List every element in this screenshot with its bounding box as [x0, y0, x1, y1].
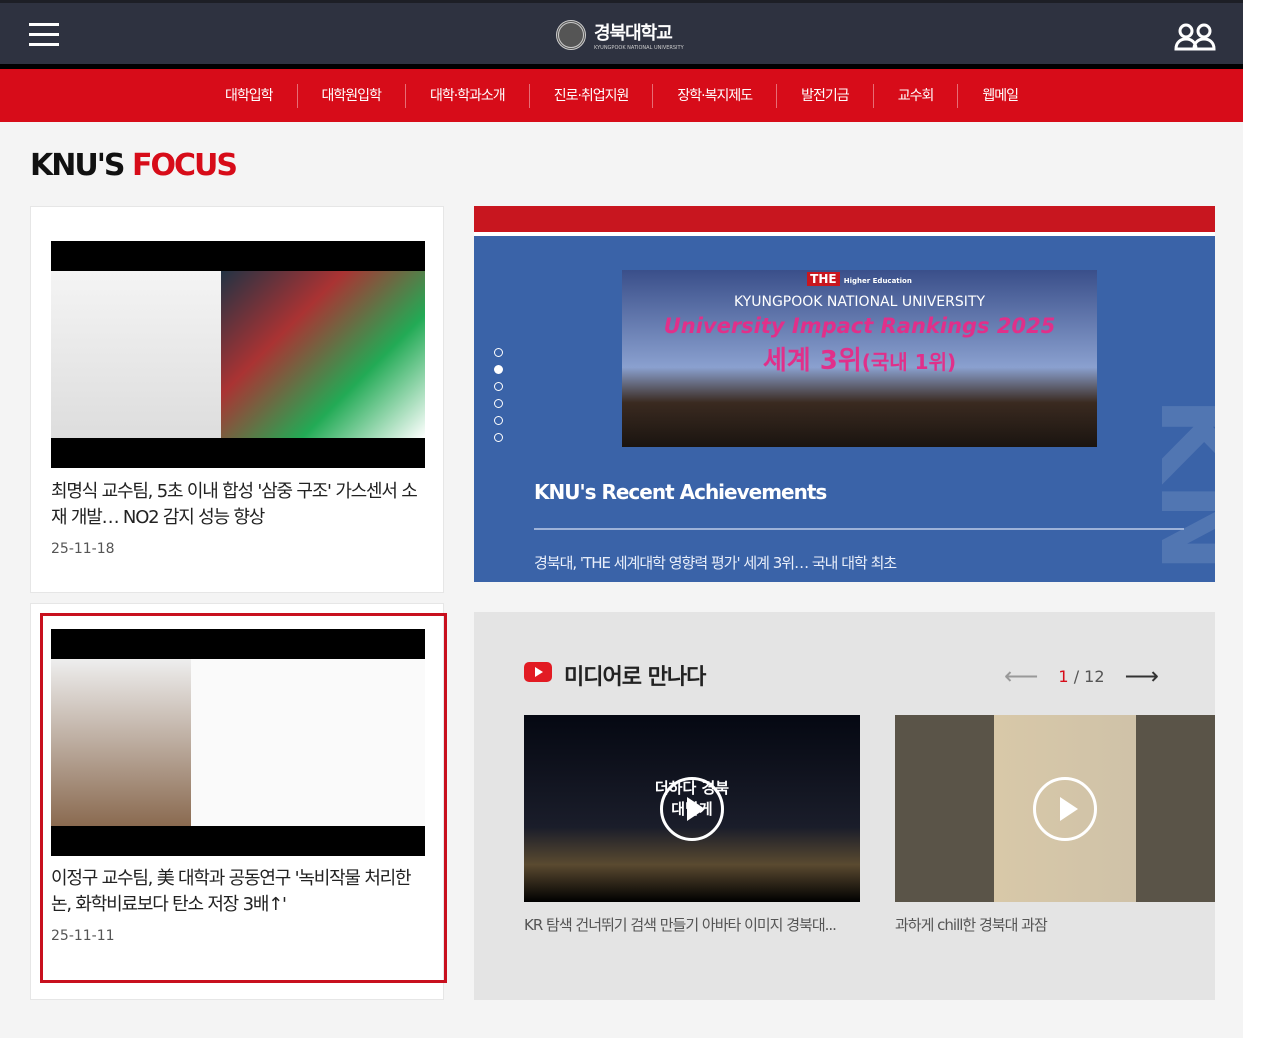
- section-title: KNU'S FOCUS: [30, 148, 238, 183]
- dot[interactable]: [494, 348, 503, 357]
- nav-item[interactable]: 장학·복지제도: [653, 83, 778, 108]
- banner-ranking: University Impact Rankings 2025: [663, 314, 1056, 338]
- banner-image: THE Higher Education KYUNGPOOK NATIONAL …: [622, 270, 1097, 447]
- hamburger-icon[interactable]: [29, 23, 59, 53]
- video-thumbnail[interactable]: [895, 715, 1215, 902]
- banner-summary[interactable]: 경북대, 'THE 세계대학 영향력 평가' 세계 3위… 국내 대학 최초: [534, 552, 897, 573]
- nav-item[interactable]: 진로·취업지원: [530, 83, 654, 108]
- youtube-icon: [524, 662, 552, 682]
- news-title[interactable]: 최명식 교수팀, 5초 이내 합성 '삼중 구조' 가스센서 소재 개발… NO…: [51, 479, 431, 531]
- logo-text: 경북대학교: [594, 23, 673, 44]
- prev-arrow-icon[interactable]: ⟵: [1004, 662, 1038, 690]
- nav-item[interactable]: 발전기금: [777, 83, 874, 108]
- dot[interactable]: [494, 416, 503, 425]
- seal-icon: [556, 20, 586, 50]
- media-section: 미디어로 만나다 ⟵ 1 / 12 ⟶ 더하다 경북대답게 KR 탐색 건너뛰기…: [474, 612, 1215, 1000]
- banner-univ: KYUNGPOOK NATIONAL UNIVERSITY: [734, 294, 985, 310]
- video-caption[interactable]: 과하게 chill한 경북대 과잠: [895, 914, 1048, 935]
- news-image: [51, 241, 425, 468]
- slide-dots[interactable]: [494, 348, 503, 450]
- page: 경북대학교 KYUNGPOOK NATIONAL UNIVERSITY 대학입학 대…: [0, 0, 1243, 1038]
- title-b: FOCUS: [131, 148, 238, 183]
- the-sub: Higher Education: [843, 277, 912, 285]
- media-title: 미디어로 만나다: [564, 665, 706, 690]
- watermark: KNU: [1136, 396, 1215, 582]
- title-a: KNU'S: [30, 148, 132, 183]
- video-caption[interactable]: KR 탐색 건너뛰기 검색 만들기 아바타 이미지 경북대...: [524, 914, 837, 935]
- play-icon[interactable]: [1033, 776, 1097, 841]
- banner-top-strip: [474, 206, 1215, 236]
- nav-item[interactable]: 교수회: [874, 83, 959, 108]
- top-header: 경북대학교 KYUNGPOOK NATIONAL UNIVERSITY: [0, 0, 1243, 64]
- nav-item[interactable]: 대학·학과소개: [406, 83, 530, 108]
- nav-item[interactable]: 대학입학: [201, 83, 298, 108]
- banner-heading: KNU's Recent Achievements: [534, 480, 827, 504]
- pagination: ⟵ 1 / 12 ⟶: [1004, 662, 1159, 690]
- video-thumbnail[interactable]: 더하다 경북대답게: [524, 715, 860, 902]
- banner-rank: 세계 3위: [762, 346, 862, 376]
- highlight-box: [40, 613, 447, 983]
- play-icon[interactable]: [660, 776, 724, 841]
- logo-sub: KYUNGPOOK NATIONAL UNIVERSITY: [594, 45, 684, 51]
- dot[interactable]: [494, 433, 503, 442]
- dot[interactable]: [494, 382, 503, 391]
- news-date: 25-11-18: [51, 541, 115, 557]
- current-page: 1: [1058, 666, 1069, 686]
- logo[interactable]: 경북대학교 KYUNGPOOK NATIONAL UNIVERSITY: [556, 19, 684, 51]
- nav-item[interactable]: 웹메일: [958, 84, 1042, 108]
- main-nav: 대학입학 대학원입학 대학·학과소개 진로·취업지원 장학·복지제도 발전기금 교수회 웹메일: [0, 69, 1243, 122]
- dot[interactable]: [494, 399, 503, 408]
- users-icon[interactable]: [1174, 23, 1216, 51]
- achievements-banner[interactable]: KNU THE Higher Education KYUNGPOOK NATIO…: [474, 206, 1215, 582]
- nav-item[interactable]: 대학원입학: [298, 83, 406, 108]
- divider: [534, 528, 1184, 530]
- next-arrow-icon[interactable]: ⟶: [1125, 662, 1159, 690]
- dot[interactable]: [494, 365, 503, 374]
- total-pages: / 12: [1073, 666, 1105, 686]
- banner-rank-kr: (국내 1위): [861, 350, 957, 374]
- news-card[interactable]: 최명식 교수팀, 5초 이내 합성 '삼중 구조' 가스센서 소재 개발… NO…: [30, 206, 444, 593]
- the-logo: THE: [807, 272, 840, 286]
